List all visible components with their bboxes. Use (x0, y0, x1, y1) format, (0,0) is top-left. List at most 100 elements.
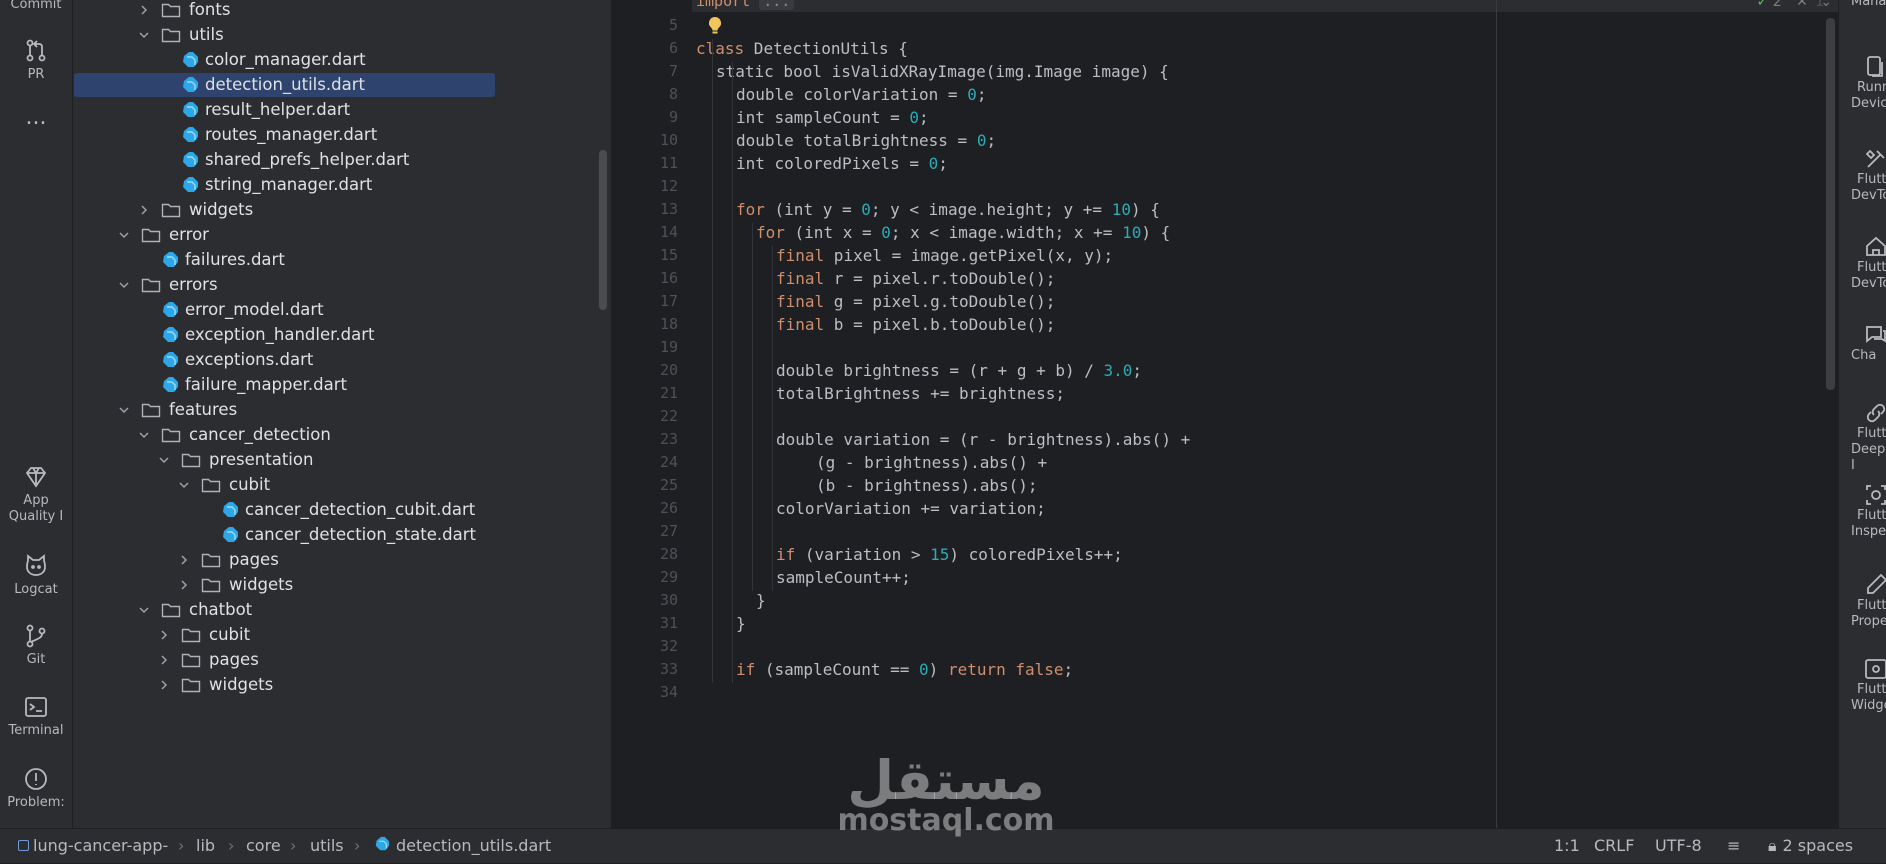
format-icon[interactable]: ≡ (1727, 829, 1740, 863)
chevron-right-icon[interactable] (137, 3, 151, 17)
code-line[interactable]: double colorVariation = 0; (736, 85, 986, 104)
tree-folder[interactable]: pages (73, 547, 611, 572)
tree-folder[interactable]: cubit (73, 472, 611, 497)
chevron-right-icon[interactable] (157, 628, 171, 642)
close-icon[interactable]: ✕ (1796, 0, 1808, 10)
tree-folder[interactable]: features (73, 397, 611, 422)
tree-file[interactable]: color_manager.dart (73, 47, 611, 72)
code-line[interactable]: } (756, 591, 766, 610)
code-line[interactable]: } (736, 614, 746, 633)
tree-folder[interactable]: widgets (73, 197, 611, 222)
code-line[interactable]: colorVariation += variation; (776, 499, 1046, 518)
chevron-down-icon[interactable] (177, 478, 191, 492)
tree-folder[interactable]: utils (73, 22, 611, 47)
tree-folder[interactable]: presentation (73, 447, 611, 472)
code-line[interactable]: for (int x = 0; x < image.width; x += 10… (756, 223, 1170, 242)
code-line[interactable]: (b - brightness).abs(); (816, 476, 1038, 495)
chevron-down-icon[interactable] (117, 228, 131, 242)
flutter-deep-links-tool-button[interactable]: Flutt Deep I (1851, 400, 1886, 474)
indent-setting[interactable]: 🔒︎ 2 spaces (1768, 829, 1853, 863)
chevron-right-icon[interactable] (177, 553, 191, 567)
caret-position[interactable]: 1:1 (1554, 829, 1580, 863)
code-line[interactable]: final r = pixel.r.toDouble(); (776, 269, 1055, 288)
tree-scrollbar[interactable] (599, 150, 607, 310)
tree-file[interactable]: string_manager.dart (73, 172, 611, 197)
code-line[interactable]: (g - brightness).abs() + (816, 453, 1047, 472)
chevron-down-icon[interactable] (137, 28, 151, 42)
terminal-tool-button[interactable]: Terminal (0, 694, 72, 739)
code-line[interactable]: int coloredPixels = 0; (736, 154, 948, 173)
tree-file[interactable]: failures.dart (73, 247, 611, 272)
tree-folder[interactable]: pages (73, 647, 611, 672)
tree-file[interactable]: cancer_detection_state.dart (73, 522, 611, 547)
chevron-down-icon[interactable]: ⌄ (1820, 0, 1832, 10)
device-manager-tool-button[interactable]: DeviMana (1851, 0, 1886, 10)
breadcrumb-utils[interactable]: utils (310, 829, 344, 863)
chevron-right-icon[interactable] (157, 678, 171, 692)
lightbulb-icon[interactable] (707, 16, 723, 36)
chevron-right-icon[interactable] (137, 203, 151, 217)
tree-file[interactable]: shared_prefs_helper.dart (73, 147, 611, 172)
code-line[interactable]: if (sampleCount == 0) return false; (736, 660, 1073, 679)
folded-imports-line[interactable] (692, 0, 1838, 12)
code-line[interactable]: for (int y = 0; y < image.height; y += 1… (736, 200, 1160, 219)
tree-folder[interactable]: fonts (73, 0, 611, 22)
tree-folder[interactable]: errors (73, 272, 611, 297)
chevron-down-icon[interactable] (117, 278, 131, 292)
chat-tool-button[interactable]: Cha (1851, 322, 1886, 364)
code-line[interactable]: final b = pixel.b.toDouble(); (776, 315, 1055, 334)
chevron-down-icon[interactable] (117, 403, 131, 417)
tree-folder[interactable]: cubit (73, 622, 611, 647)
tree-file[interactable]: failure_mapper.dart (73, 372, 611, 397)
git-tool-button[interactable]: Git (0, 623, 72, 668)
editor-scrollbar[interactable] (1826, 18, 1835, 390)
flutter-devtools-2-tool-button[interactable]: FluttDevTo (1851, 234, 1886, 292)
tree-file[interactable]: cancer_detection_cubit.dart (73, 497, 611, 522)
flutter-properties-tool-button[interactable]: FluttProper (1851, 572, 1886, 630)
line-separator[interactable]: CRLF (1594, 829, 1634, 863)
code-line[interactable]: final g = pixel.g.toDouble(); (776, 292, 1055, 311)
inspection-widget[interactable]: ✓ 2 ✕ ⌄ (1757, 0, 1832, 10)
flutter-widget-preview-tool-button[interactable]: FluttWidge (1851, 656, 1886, 714)
tree-file[interactable]: error_model.dart (73, 297, 611, 322)
tree-file[interactable]: routes_manager.dart (73, 122, 611, 147)
chevron-down-icon[interactable] (137, 428, 151, 442)
tree-folder[interactable]: chatbot (73, 597, 611, 622)
code-line[interactable]: int sampleCount = 0; (736, 108, 929, 127)
flutter-inspector-tool-button[interactable]: Flutt Inspe (1851, 482, 1886, 540)
file-encoding[interactable]: UTF-8 (1655, 829, 1702, 863)
code-line[interactable]: sampleCount++; (776, 568, 911, 587)
breadcrumb-lib[interactable]: lib (196, 829, 215, 863)
tree-file[interactable]: result_helper.dart (73, 97, 611, 122)
logcat-tool-button[interactable]: Logcat (0, 553, 72, 598)
chevron-right-icon[interactable] (177, 578, 191, 592)
app-quality-tool-button[interactable]: App Quality I (0, 464, 72, 525)
tree-file[interactable]: exceptions.dart (73, 347, 611, 372)
flutter-devtools-tool-button[interactable]: FluttDevTo (1851, 146, 1886, 204)
code-line[interactable]: double variation = (r - brightness).abs(… (776, 430, 1190, 449)
breadcrumb-project[interactable]: lung-cancer-app- (18, 829, 168, 863)
code-line[interactable]: double totalBrightness = 0; (736, 131, 996, 150)
tree-folder[interactable]: widgets (73, 672, 611, 697)
code-line[interactable]: static bool isValidXRayImage(img.Image i… (716, 62, 1169, 81)
chevron-down-icon[interactable] (157, 453, 171, 467)
code-line[interactable]: class DetectionUtils { (696, 39, 908, 58)
tree-folder[interactable]: widgets (73, 572, 611, 597)
pr-tool-button[interactable]: PR (0, 38, 72, 83)
breadcrumb-core[interactable]: core (246, 829, 281, 863)
chevron-right-icon[interactable] (157, 653, 171, 667)
code-editor[interactable]: 1 import ... ✓ 2 ✕ ⌄ 5 6 7 8 9 10 11 12 13 14 15 16… (612, 0, 1838, 828)
tree-folder[interactable]: cancer_detection (73, 422, 611, 447)
code-line[interactable]: totalBrightness += brightness; (776, 384, 1065, 403)
running-devices-tool-button[interactable]: RunnDevic (1851, 54, 1886, 112)
folded-imports[interactable]: import ... (696, 0, 795, 10)
commit-tool-button[interactable]: Commit (0, 0, 72, 13)
code-line[interactable]: if (variation > 15) coloredPixels++; (776, 545, 1123, 564)
fold-placeholder[interactable]: ... (759, 0, 795, 10)
breadcrumb-file[interactable]: detection_utils.dart (374, 829, 551, 863)
chevron-down-icon[interactable] (137, 603, 151, 617)
more-tools-button[interactable]: ... (0, 107, 72, 129)
code-line[interactable]: final pixel = image.getPixel(x, y); (776, 246, 1113, 265)
code-line[interactable]: double brightness = (r + g + b) / 3.0; (776, 361, 1142, 380)
tree-file[interactable]: detection_utils.dart (73, 72, 611, 97)
